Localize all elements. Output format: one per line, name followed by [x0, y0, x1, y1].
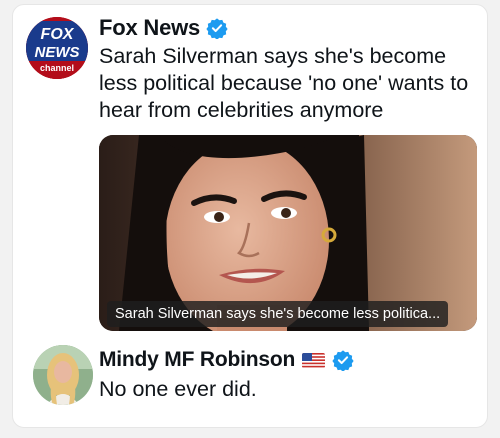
post-text: Sarah Silverman says she's become less p…: [99, 44, 469, 122]
mindy-robinson-avatar[interactable]: [33, 345, 93, 405]
post-header: Fox News: [99, 15, 228, 41]
fox-logo-line1: FOX: [41, 26, 75, 43]
us-flag-icon: [302, 352, 326, 368]
video-thumbnail[interactable]: Sarah Silverman says she's become less p…: [99, 135, 477, 331]
verified-badge-icon: [206, 18, 228, 39]
fox-logo-line3: channel: [40, 63, 74, 73]
reply-text: No one ever did.: [99, 377, 257, 401]
verified-badge-icon: [332, 350, 354, 371]
video-caption: Sarah Silverman says she's become less p…: [107, 301, 449, 327]
reply-author-name[interactable]: Mindy MF Robinson: [99, 348, 295, 372]
fox-logo-line2: NEWS: [35, 44, 80, 61]
fox-news-avatar[interactable]: FOX NEWS channel: [26, 17, 88, 79]
post-card: FOX NEWS channel Fox News Sarah Silverma…: [12, 4, 488, 428]
reply-header: Mindy MF Robinson: [99, 348, 354, 372]
author-name[interactable]: Fox News: [99, 15, 200, 41]
